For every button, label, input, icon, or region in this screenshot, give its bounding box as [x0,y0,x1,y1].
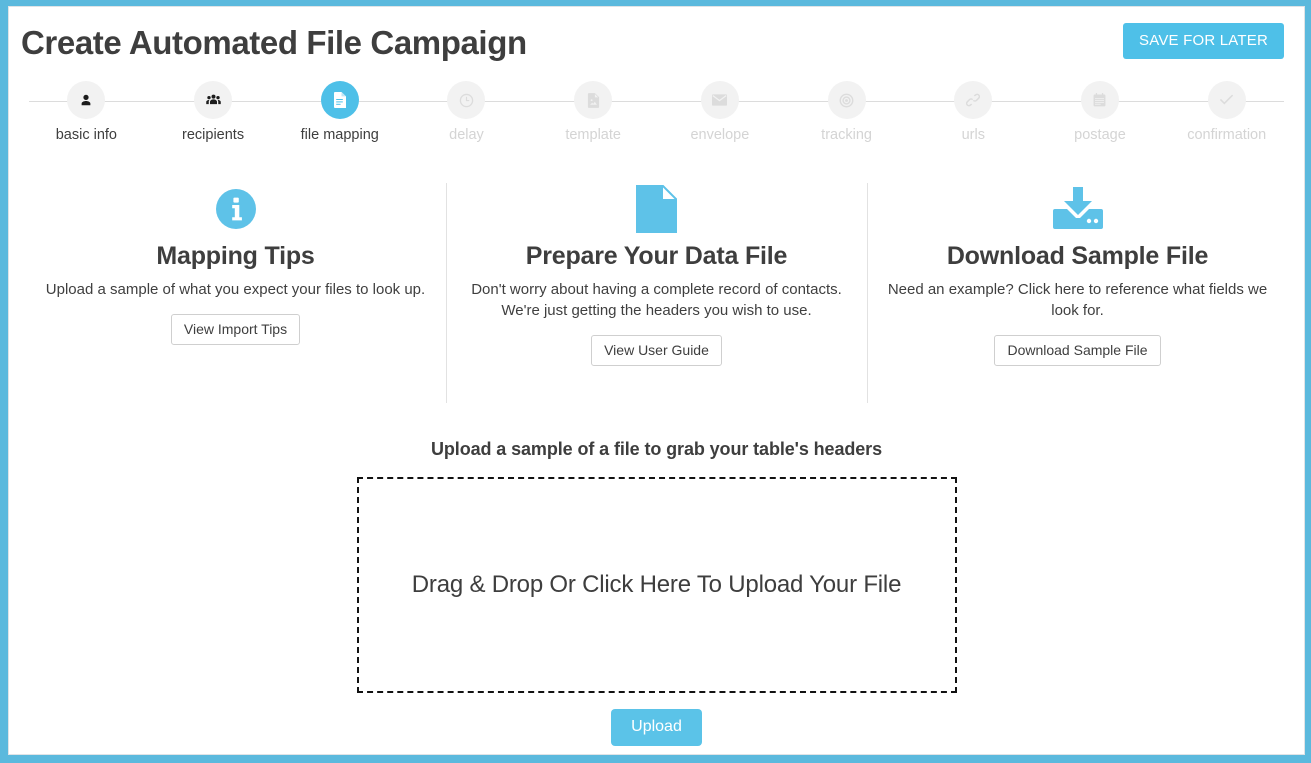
info-columns-row: Mapping Tips Upload a sample of what you… [25,183,1288,403]
step-template-circle [574,81,613,119]
step-delay-label: delay [449,127,484,143]
step-recipients[interactable]: recipients [150,81,277,143]
step-basic-info-label: basic info [55,127,117,143]
step-recipients-label: recipients [182,127,245,143]
step-confirmation-label: confirmation [1187,127,1267,143]
view-user-guide-button[interactable]: View User Guide [591,335,722,366]
campaign-stepper: basic info recipients file mapping delay… [23,81,1290,153]
step-urls[interactable]: urls [910,81,1037,143]
upload-heading: Upload a sample of a file to grab your t… [431,439,882,459]
page-header: Create Automated File Campaign SAVE FOR … [9,7,1304,81]
step-template[interactable]: template [530,81,657,143]
users-group-icon [205,94,221,105]
info-circle-icon-wrap [35,183,436,235]
link-icon [966,93,981,107]
step-urls-circle [954,81,993,119]
target-icon [839,93,854,107]
step-basic-info-circle [67,81,106,119]
step-delay[interactable]: delay [403,81,530,143]
info-column-prepare-data-file: Prepare Your Data File Don't worry about… [446,183,867,403]
blank-document-icon [636,185,677,233]
blank-document-icon-wrap [456,183,857,235]
step-confirmation-circle [1207,81,1246,119]
step-file-mapping[interactable]: file mapping [276,81,403,143]
calendar-icon [1094,93,1106,107]
check-icon [1220,94,1234,105]
step-file-mapping-circle [320,81,359,119]
step-envelope[interactable]: envelope [657,81,784,143]
info-circle-icon [215,189,256,229]
step-confirmation[interactable]: confirmation [1163,81,1290,143]
page-card: Create Automated File Campaign SAVE FOR … [8,6,1305,755]
upload-button[interactable]: Upload [611,709,702,746]
info-title-download-sample-file: Download Sample File [946,242,1209,270]
step-postage-circle [1080,81,1119,119]
download-tray-icon-wrap [877,183,1278,235]
step-tracking[interactable]: tracking [783,81,910,143]
step-envelope-circle [700,81,739,119]
info-title-mapping-tips: Mapping Tips [156,242,315,270]
image-file-icon [587,92,599,108]
step-tracking-label: tracking [821,127,872,143]
info-column-download-sample-file: Download Sample File Need an example? Cl… [867,183,1288,403]
dropzone-label: Drag & Drop Or Click Here To Upload Your… [411,571,902,598]
info-desc-download-sample-file: Need an example? Click here to reference… [887,281,1268,319]
clock-icon [459,93,474,107]
step-delay-circle [447,81,486,119]
step-postage[interactable]: postage [1037,81,1164,143]
step-template-label: template [565,127,621,143]
app-frame: Create Automated File Campaign SAVE FOR … [0,0,1311,763]
step-envelope-label: envelope [690,127,750,143]
step-file-mapping-label: file mapping [300,127,379,143]
download-tray-icon [1052,187,1103,229]
upload-section: Upload a sample of a file to grab your t… [9,439,1304,746]
step-basic-info[interactable]: basic info [23,81,150,143]
info-column-mapping-tips: Mapping Tips Upload a sample of what you… [25,183,446,403]
file-document-icon [333,92,346,108]
envelope-icon [712,94,728,106]
info-title-prepare-data-file: Prepare Your Data File [525,242,788,270]
user-icon [81,94,91,106]
save-for-later-button[interactable]: SAVE FOR LATER [1123,23,1284,59]
download-sample-file-button[interactable]: Download Sample File [994,335,1161,366]
step-tracking-circle [827,81,866,119]
info-desc-mapping-tips: Upload a sample of what you expect your … [45,281,426,298]
view-import-tips-button[interactable]: View Import Tips [170,314,301,345]
step-urls-label: urls [961,127,985,143]
page-title: Create Automated File Campaign [21,24,527,61]
info-desc-prepare-data-file: Don't worry about having a complete reco… [471,281,842,319]
step-recipients-circle [194,81,233,119]
file-dropzone[interactable]: Drag & Drop Or Click Here To Upload Your… [356,477,957,693]
step-postage-label: postage [1074,127,1126,143]
